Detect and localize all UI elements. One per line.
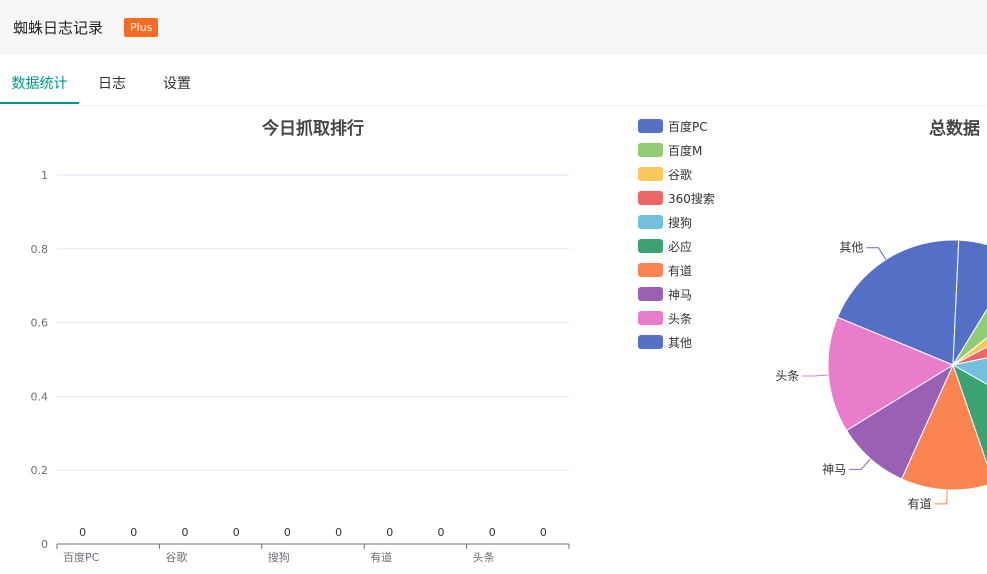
legend-label: 头条 xyxy=(668,312,692,326)
active-tab-indicator xyxy=(0,102,79,104)
pie-slice-label: 其他 xyxy=(839,241,863,255)
pie-label-line xyxy=(866,247,887,260)
legend-label: 其他 xyxy=(668,336,692,350)
pie-label-line xyxy=(849,458,871,470)
x-tick-label: 百度PC xyxy=(63,550,100,564)
legend-swatch xyxy=(638,239,663,253)
legend-swatch xyxy=(638,191,663,205)
legend-label: 搜狗 xyxy=(668,215,692,230)
bar-value-label: 0 xyxy=(335,526,342,539)
legend-swatch xyxy=(638,167,663,181)
legend-label: 百度M xyxy=(668,143,702,158)
app-header: 蜘蛛日志记录 Plus xyxy=(0,0,987,55)
legend-swatch xyxy=(638,287,663,301)
x-tick-label: 头条 xyxy=(473,550,495,564)
legend-label: 神马 xyxy=(668,288,692,302)
bar-value-label: 0 xyxy=(386,526,393,539)
y-tick-label: 0.4 xyxy=(31,390,49,403)
bar-value-label: 0 xyxy=(540,526,547,539)
legend-swatch xyxy=(638,335,663,349)
bar-value-label: 0 xyxy=(130,526,137,539)
pie-label-line xyxy=(802,374,829,377)
bar-value-label: 0 xyxy=(284,526,291,539)
x-tick-label: 谷歌 xyxy=(165,550,187,564)
bar-value-label: 0 xyxy=(438,526,445,539)
y-tick-label: 1 xyxy=(41,169,48,182)
plus-badge: Plus xyxy=(124,18,159,37)
pie-slice-label: 头条 xyxy=(775,369,799,383)
x-tick-label: 有道 xyxy=(370,550,392,564)
pie-label-line xyxy=(934,489,948,505)
legend-swatch xyxy=(638,311,663,325)
legend-swatch xyxy=(638,119,663,133)
bar-chart-today-ranking: 今日抓取排行 0 0.2 0.4 0.6 0.8 1 0 百度PC 0 0 谷歌 0 0 搜狗 0 0 有道 0 0… xyxy=(31,118,570,564)
legend-swatch xyxy=(638,143,663,157)
y-tick-label: 0.2 xyxy=(31,464,49,477)
bar-value-label: 0 xyxy=(182,526,189,539)
pie-chart-total-data: 总数据 百度PC百度M谷歌360搜索搜狗必应有道神马头条其他其他必应有道神马头条 xyxy=(638,118,987,511)
bar-value-label: 0 xyxy=(233,526,240,539)
bar-chart-title: 今日抓取排行 xyxy=(262,118,364,139)
y-tick-label: 0.6 xyxy=(31,317,49,330)
legend-label: 百度PC xyxy=(668,119,708,134)
y-tick-label: 0 xyxy=(41,538,48,551)
legend-label: 必应 xyxy=(668,239,692,254)
x-tick-label: 搜狗 xyxy=(268,550,290,564)
tab-bar: 数据统计 日志 设置 xyxy=(0,55,987,106)
pie-slice-label: 神马 xyxy=(822,462,846,476)
pie-chart-title: 总数据 xyxy=(929,118,980,139)
legend-label: 谷歌 xyxy=(668,167,692,182)
y-tick-label: 0.8 xyxy=(31,243,49,256)
bar-value-label: 0 xyxy=(489,526,496,539)
legend-label: 360搜索 xyxy=(668,191,715,206)
pie-slice-label: 有道 xyxy=(908,497,932,511)
tab-logs[interactable]: 日志 xyxy=(89,55,135,105)
bar-value-label: 0 xyxy=(79,526,86,539)
legend-swatch xyxy=(638,215,663,229)
tab-settings[interactable]: 设置 xyxy=(152,55,202,105)
legend-swatch xyxy=(638,263,663,277)
legend-label: 有道 xyxy=(668,264,692,278)
tab-statistics[interactable]: 数据统计 xyxy=(0,55,79,105)
app-title: 蜘蛛日志记录 xyxy=(13,19,104,37)
